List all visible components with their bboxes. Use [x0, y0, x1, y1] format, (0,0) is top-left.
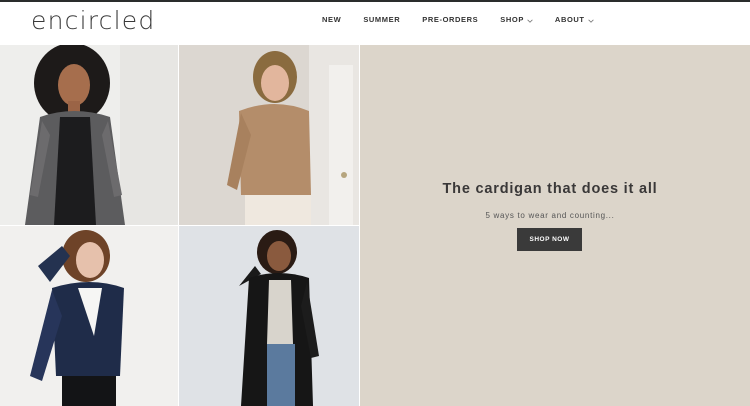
nav-item-label: NEW: [322, 15, 342, 24]
nav-item-label: PRE-ORDERS: [422, 15, 479, 24]
nav-item-about[interactable]: ABOUT: [555, 15, 594, 24]
main-nav: NEW SUMMER PRE-ORDERS SHOP ABOUT: [322, 15, 616, 24]
product-image-tan-wrap[interactable]: [179, 45, 359, 225]
hero-subheadline: 5 ways to wear and counting...: [485, 211, 615, 220]
chevron-down-icon: [527, 17, 533, 23]
nav-item-pre-orders[interactable]: PRE-ORDERS: [422, 15, 478, 24]
nav-item-label: SHOP: [500, 15, 524, 24]
shop-now-button[interactable]: SHOP NOW: [517, 228, 582, 251]
site-header: encircled NEW SUMMER PRE-ORDERS SHOP ABO…: [0, 2, 750, 45]
product-image-black-cardigan[interactable]: [179, 226, 359, 406]
nav-item-shop[interactable]: SHOP: [500, 15, 533, 24]
nav-item-summer[interactable]: SUMMER: [363, 15, 400, 24]
hero-headline: The cardigan that does it all: [442, 181, 658, 197]
product-image-grey-cardigan[interactable]: [0, 45, 178, 225]
hero-section: The cardigan that does it all 5 ways to …: [0, 45, 750, 406]
brand-logo[interactable]: encircled: [31, 6, 155, 35]
nav-item-label: ABOUT: [554, 15, 585, 24]
chevron-down-icon: [587, 17, 594, 23]
nav-item-label: SUMMER: [363, 15, 401, 24]
promo-panel: The cardigan that does it all 5 ways to …: [360, 45, 750, 406]
product-image-navy-wrap[interactable]: [0, 226, 178, 406]
nav-item-new[interactable]: NEW: [322, 15, 341, 24]
